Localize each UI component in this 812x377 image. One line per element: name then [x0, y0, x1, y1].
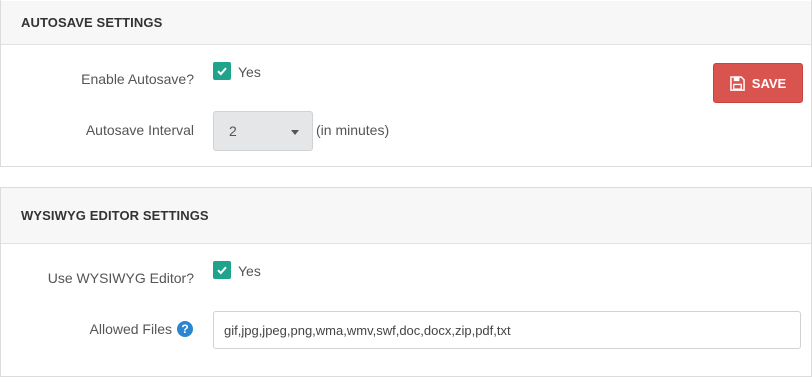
- enable-autosave-yes-text: Yes: [238, 64, 261, 80]
- autosave-settings-title: AUTOSAVE SETTINGS: [21, 15, 163, 30]
- checkmark-icon: [217, 266, 227, 275]
- use-wysiwyg-label: Use WYSIWYG Editor?: [47, 270, 194, 286]
- allowed-files-label: Allowed Files: [89, 321, 172, 337]
- help-icon[interactable]: ?: [177, 321, 193, 337]
- checkmark-icon: [217, 67, 227, 76]
- save-button[interactable]: SAVE: [713, 63, 803, 103]
- wysiwyg-settings-title: WYSIWYG EDITOR SETTINGS: [21, 208, 209, 223]
- autosave-interval-select[interactable]: 2: [213, 111, 313, 151]
- use-wysiwyg-checkbox[interactable]: [213, 261, 231, 279]
- enable-autosave-checkbox[interactable]: [213, 62, 231, 80]
- save-button-label: SAVE: [751, 75, 787, 91]
- chevron-down-icon: [291, 130, 299, 135]
- use-wysiwyg-yes-text: Yes: [238, 263, 261, 279]
- autosave-interval-value: 2: [229, 123, 237, 139]
- wysiwyg-settings-header: WYSIWYG EDITOR SETTINGS: [1, 188, 811, 244]
- autosave-interval-hint: (in minutes): [316, 122, 390, 138]
- autosave-interval-label: Autosave Interval: [85, 122, 194, 138]
- autosave-settings-header: AUTOSAVE SETTINGS: [1, 1, 811, 45]
- floppy-disk-icon: [729, 75, 745, 91]
- enable-autosave-label: Enable Autosave?: [81, 71, 194, 87]
- allowed-files-input[interactable]: [213, 311, 801, 349]
